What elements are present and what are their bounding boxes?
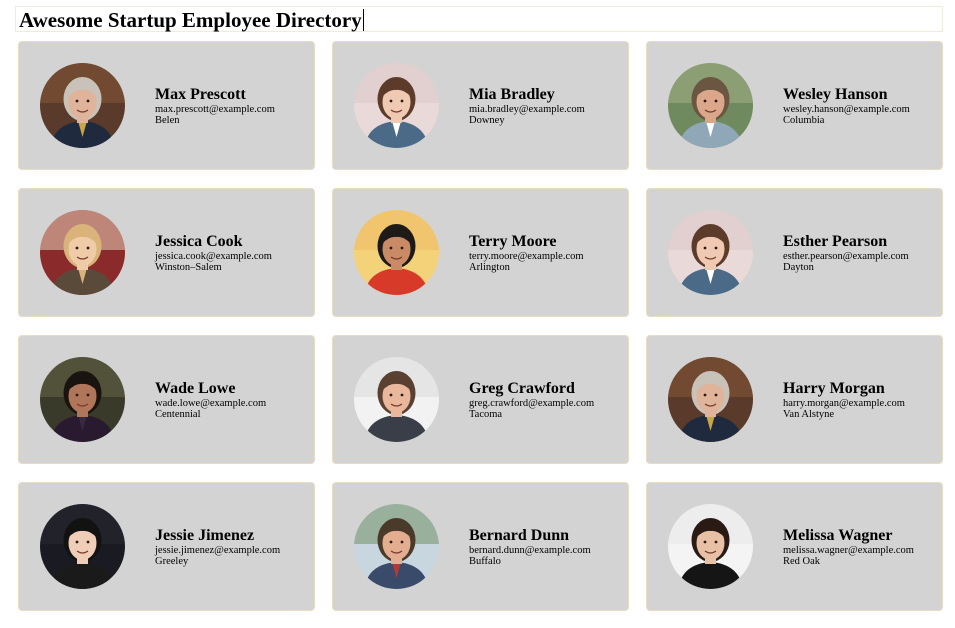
avatar-portrait-icon (40, 504, 125, 589)
employee-name: Wesley Hanson (783, 86, 888, 103)
employee-card[interactable]: Esther Pearson esther.pearson@example.com… (646, 188, 943, 317)
employee-grid: Max Prescott max.prescott@example.com Bele… (18, 41, 943, 611)
employee-card[interactable]: Jessie Jimenez jessie.jimenez@example.com… (18, 482, 315, 611)
avatar (354, 357, 439, 442)
employee-card[interactable]: Max Prescott max.prescott@example.com Bele… (18, 41, 315, 170)
avatar-portrait-icon (354, 63, 439, 148)
employee-email: harry.morgan@example.com (783, 398, 905, 409)
employee-email: terry.moore@example.com (469, 251, 584, 262)
avatar (40, 63, 125, 148)
avatar (354, 504, 439, 589)
employee-info: Bernard Dunn bernard.dunn@example.com Buff… (469, 527, 591, 567)
employee-email: bernard.dunn@example.com (469, 545, 591, 556)
employee-info: Greg Crawford greg.crawford@example.com Ta… (469, 380, 594, 420)
page-title-text: Awesome Startup Employee Directory (19, 8, 362, 32)
employee-city: Van Alstyne (783, 409, 835, 420)
employee-city: Buffalo (469, 556, 501, 567)
avatar (40, 210, 125, 295)
employee-city: Dayton (783, 262, 814, 273)
employee-name: Esther Pearson (783, 233, 888, 250)
employee-city: Downey (469, 115, 505, 126)
avatar-portrait-icon (354, 357, 439, 442)
employee-city: Arlington (469, 262, 510, 273)
employee-email: jessie.jimenez@example.com (155, 545, 281, 556)
employee-info: Wesley Hanson wesley.hanson@example.com Co… (783, 86, 910, 126)
employee-card[interactable]: Bernard Dunn bernard.dunn@example.com Buff… (332, 482, 629, 611)
employee-city: Greeley (155, 556, 189, 567)
employee-card[interactable]: Harry Morgan harry.morgan@example.com Van … (646, 335, 943, 464)
header-bar[interactable]: Awesome Startup Employee Directory (15, 6, 943, 32)
employee-name: Harry Morgan (783, 380, 885, 397)
avatar-portrait-icon (354, 504, 439, 589)
employee-info: Jessica Cook jessica.cook@example.com Wins… (155, 233, 272, 273)
employee-email: wesley.hanson@example.com (783, 104, 910, 115)
avatar-portrait-icon (668, 504, 753, 589)
employee-name: Wade Lowe (155, 380, 236, 397)
employee-name: Terry Moore (469, 233, 557, 250)
avatar-portrait-icon (668, 63, 753, 148)
avatar (354, 210, 439, 295)
employee-card[interactable]: Terry Moore terry.moore@example.com Arling… (332, 188, 629, 317)
avatar-portrait-icon (668, 357, 753, 442)
employee-card[interactable]: Melissa Wagner melissa.wagner@example.com… (646, 482, 943, 611)
employee-city: Red Oak (783, 556, 821, 567)
employee-info: Jessie Jimenez jessie.jimenez@example.com… (155, 527, 280, 567)
avatar (354, 63, 439, 148)
employee-email: greg.crawford@example.com (469, 398, 595, 409)
employee-name: Jessica Cook (155, 233, 243, 250)
employee-city: Belen (155, 115, 180, 126)
avatar (40, 504, 125, 589)
employee-info: Esther Pearson esther.pearson@example.com… (783, 233, 909, 273)
employee-name: Mia Bradley (469, 86, 555, 103)
employee-card[interactable]: Wesley Hanson wesley.hanson@example.com Co… (646, 41, 943, 170)
avatar (668, 210, 753, 295)
employee-email: wade.lowe@example.com (155, 398, 267, 409)
employee-card[interactable]: Wade Lowe wade.lowe@example.com Centennial (18, 335, 315, 464)
text-cursor (362, 9, 364, 31)
avatar-portrait-icon (40, 357, 125, 442)
avatar (668, 63, 753, 148)
employee-email: jessica.cook@example.com (155, 251, 272, 262)
employee-email: esther.pearson@example.com (783, 251, 909, 262)
employee-email: max.prescott@example.com (155, 104, 275, 115)
employee-name: Melissa Wagner (783, 527, 893, 544)
avatar-portrait-icon (40, 63, 125, 148)
employee-email: melissa.wagner@example.com (783, 545, 914, 556)
avatar-portrait-icon (40, 210, 125, 295)
employee-info: Mia Bradley mia.bradley@example.com Downey (469, 86, 585, 126)
employee-info: Melissa Wagner melissa.wagner@example.com… (783, 527, 914, 567)
employee-card[interactable]: Mia Bradley mia.bradley@example.com Downey (332, 41, 629, 170)
employee-name: Bernard Dunn (469, 527, 570, 544)
employee-city: Centennial (155, 409, 201, 420)
employee-city: Columbia (783, 115, 825, 126)
employee-name: Max Prescott (155, 86, 246, 103)
employee-card[interactable]: Greg Crawford greg.crawford@example.com Ta… (332, 335, 629, 464)
avatar-portrait-icon (668, 210, 753, 295)
employee-info: Harry Morgan harry.morgan@example.com Van … (783, 380, 905, 420)
employee-email: mia.bradley@example.com (469, 104, 585, 115)
employee-city: Tacoma (469, 409, 503, 420)
employee-info: Terry Moore terry.moore@example.com Arling… (469, 233, 584, 273)
employee-info: Wade Lowe wade.lowe@example.com Centennial (155, 380, 266, 420)
employee-name: Greg Crawford (469, 380, 575, 397)
avatar (668, 357, 753, 442)
avatar (668, 504, 753, 589)
page-title: Awesome Startup Employee Directory (19, 8, 364, 32)
employee-card[interactable]: Jessica Cook jessica.cook@example.com Wins… (18, 188, 315, 317)
avatar (40, 357, 125, 442)
employee-directory-page: Awesome Startup Employee Directory Max P… (0, 0, 955, 628)
employee-name: Jessie Jimenez (155, 527, 255, 544)
avatar-portrait-icon (354, 210, 439, 295)
employee-city: Winston–Salem (155, 262, 222, 273)
employee-info: Max Prescott max.prescott@example.com Bele… (155, 86, 275, 126)
